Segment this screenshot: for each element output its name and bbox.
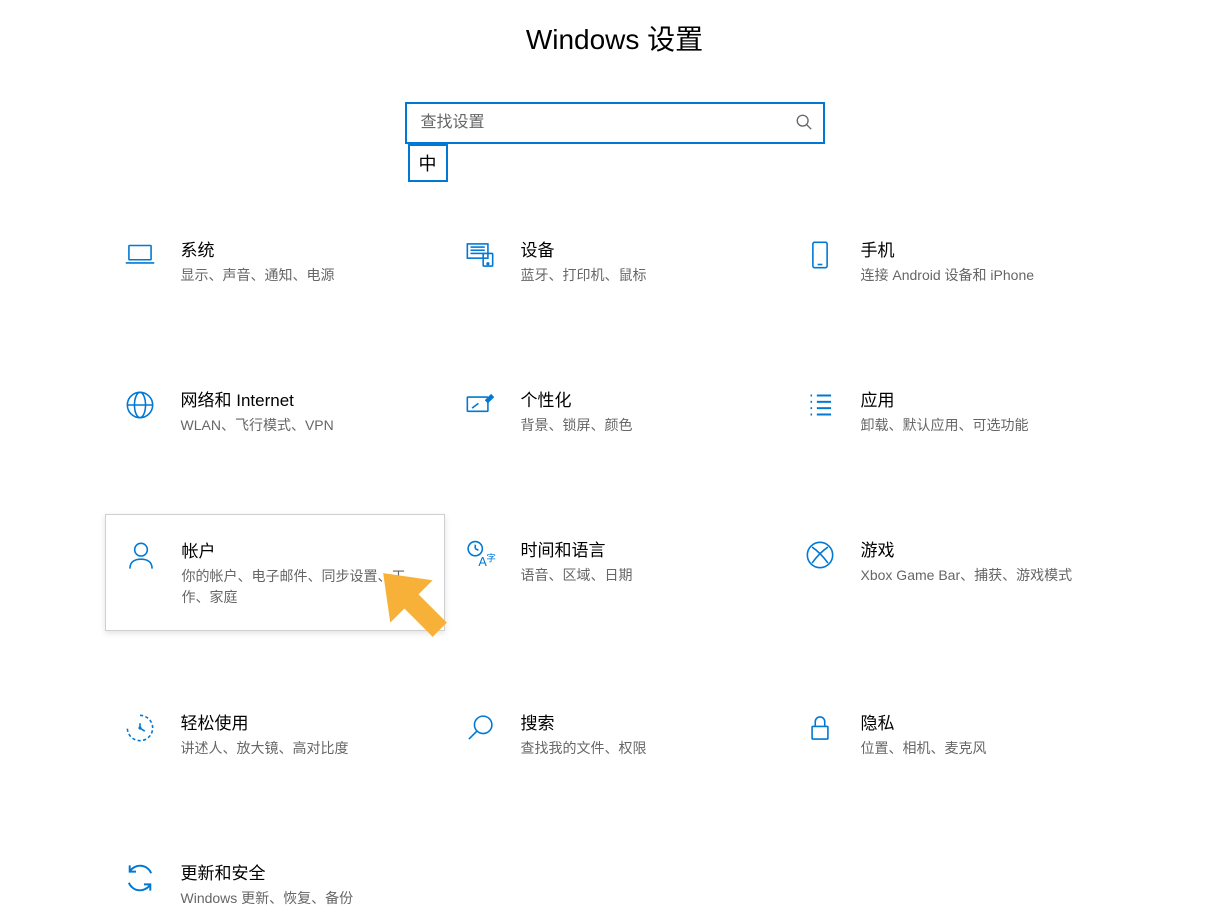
search-input[interactable]: [405, 102, 825, 144]
tile-desc: 语音、区域、日期: [521, 565, 769, 586]
person-icon: [122, 537, 160, 575]
search-container: 中: [405, 102, 825, 144]
tile-desc: 蓝牙、打印机、鼠标: [521, 265, 769, 286]
tile-desc: 位置、相机、麦克风: [861, 738, 1109, 759]
tile-desc: WLAN、飞行模式、VPN: [181, 415, 429, 436]
tile-accounts[interactable]: 帐户 你的帐户、电子邮件、同步设置、工作、家庭: [105, 514, 445, 631]
phone-icon: [801, 236, 839, 274]
tile-title: 网络和 Internet: [181, 386, 429, 411]
tile-title: 轻松使用: [181, 709, 429, 734]
page-title: Windows 设置: [0, 0, 1229, 58]
apps-list-icon: [801, 386, 839, 424]
tile-phone[interactable]: 手机 连接 Android 设备和 iPhone: [785, 224, 1125, 298]
tile-title: 隐私: [861, 709, 1109, 734]
tile-search[interactable]: 搜索 查找我的文件、权限: [445, 697, 785, 771]
tile-ease-of-access[interactable]: 轻松使用 讲述人、放大镜、高对比度: [105, 697, 445, 771]
ease-of-access-icon: [121, 709, 159, 747]
tile-title: 时间和语言: [521, 536, 769, 561]
tile-desc: 连接 Android 设备和 iPhone: [861, 265, 1109, 286]
time-language-icon: A 字: [461, 536, 499, 574]
tile-gaming[interactable]: 游戏 Xbox Game Bar、捕获、游戏模式: [785, 524, 1125, 621]
magnifier-icon: [461, 709, 499, 747]
update-icon: [121, 859, 159, 897]
tile-title: 应用: [861, 386, 1109, 411]
laptop-icon: [121, 236, 159, 274]
tile-desc: 查找我的文件、权限: [521, 738, 769, 759]
tile-desc: 你的帐户、电子邮件、同步设置、工作、家庭: [182, 566, 428, 608]
tile-update[interactable]: 更新和安全 Windows 更新、恢复、备份: [105, 847, 445, 921]
tile-desc: Xbox Game Bar、捕获、游戏模式: [861, 565, 1109, 586]
tile-apps[interactable]: 应用 卸载、默认应用、可选功能: [785, 374, 1125, 448]
svg-text:字: 字: [486, 552, 496, 564]
tile-privacy[interactable]: 隐私 位置、相机、麦克风: [785, 697, 1125, 771]
tile-system[interactable]: 系统 显示、声音、通知、电源: [105, 224, 445, 298]
tile-title: 个性化: [521, 386, 769, 411]
tile-desc: Windows 更新、恢复、备份: [181, 888, 429, 909]
tile-desc: 卸载、默认应用、可选功能: [861, 415, 1109, 436]
tile-title: 游戏: [861, 536, 1109, 561]
tile-time-language[interactable]: A 字 时间和语言 语音、区域、日期: [445, 524, 785, 621]
tile-personalization[interactable]: 个性化 背景、锁屏、颜色: [445, 374, 785, 448]
globe-icon: [121, 386, 159, 424]
paint-icon: [461, 386, 499, 424]
tile-title: 系统: [181, 236, 429, 261]
xbox-icon: [801, 536, 839, 574]
settings-grid: 系统 显示、声音、通知、电源 设备 蓝牙、打印机、鼠标: [105, 224, 1125, 921]
lock-icon: [801, 709, 839, 747]
tile-desc: 讲述人、放大镜、高对比度: [181, 738, 429, 759]
tile-title: 更新和安全: [181, 859, 429, 884]
devices-icon: [461, 236, 499, 274]
tile-title: 帐户: [182, 537, 428, 562]
tile-title: 搜索: [521, 709, 769, 734]
tile-title: 设备: [521, 236, 769, 261]
tile-devices[interactable]: 设备 蓝牙、打印机、鼠标: [445, 224, 785, 298]
tile-desc: 背景、锁屏、颜色: [521, 415, 769, 436]
ime-indicator[interactable]: 中: [408, 144, 448, 182]
tile-title: 手机: [861, 236, 1109, 261]
tile-desc: 显示、声音、通知、电源: [181, 265, 429, 286]
tile-network[interactable]: 网络和 Internet WLAN、飞行模式、VPN: [105, 374, 445, 448]
